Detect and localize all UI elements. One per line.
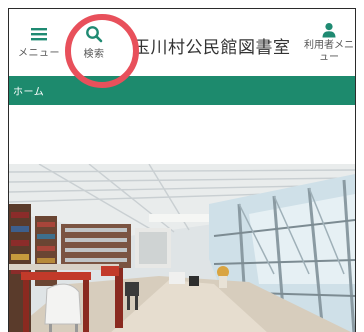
user-menu-label: 利用者メニュー bbox=[304, 39, 354, 63]
screenshot-frame: メニュー 検索 玉川村公民館図書室 利用者メニュー ホーム bbox=[0, 0, 364, 332]
user-menu-button[interactable]: 利用者メニュー bbox=[299, 9, 355, 76]
mobile-page: メニュー 検索 玉川村公民館図書室 利用者メニュー ホーム bbox=[8, 8, 356, 332]
search-button[interactable]: 検索 bbox=[67, 9, 121, 76]
site-header: メニュー 検索 玉川村公民館図書室 利用者メニュー bbox=[9, 9, 355, 88]
menu-button[interactable]: メニュー bbox=[13, 9, 65, 76]
breadcrumb-home-link[interactable]: ホーム bbox=[13, 83, 44, 98]
hero-image bbox=[9, 164, 355, 332]
library-photo bbox=[9, 164, 355, 332]
search-label: 検索 bbox=[83, 49, 105, 60]
site-title[interactable]: 玉川村公民館図書室 bbox=[133, 33, 291, 58]
magnifier-icon bbox=[86, 26, 103, 43]
person-icon bbox=[322, 22, 336, 37]
hamburger-icon bbox=[31, 28, 47, 41]
breadcrumb: ホーム bbox=[9, 76, 355, 105]
menu-label: メニュー bbox=[18, 48, 60, 59]
content-spacer bbox=[9, 105, 355, 164]
